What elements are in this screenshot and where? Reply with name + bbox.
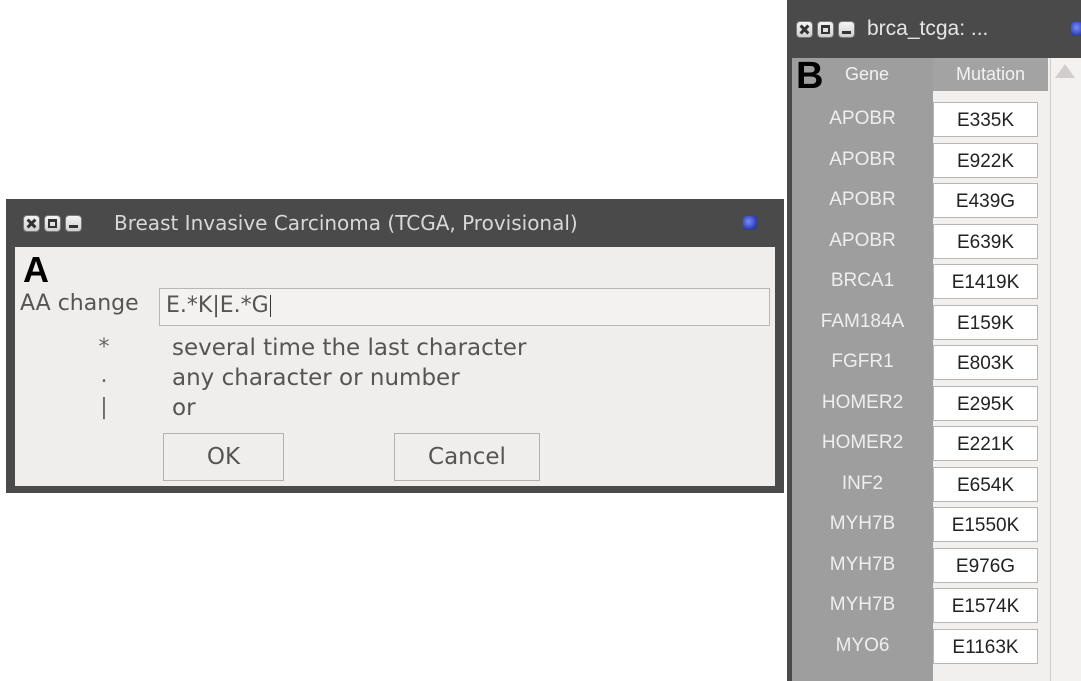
dialog-title: Breast Invasive Carcinoma (TCGA, Provisi… — [114, 211, 578, 235]
column-header-mutation[interactable]: Mutation — [933, 58, 1048, 91]
table-row[interactable]: MYH7B E1550K — [792, 504, 1050, 544]
aa-change-label: AA change — [20, 291, 139, 316]
table-row[interactable]: MYH7B E1574K — [792, 585, 1050, 625]
mutation-table-window: brca_tcga: ... B Gene Mutation APOBR E335… — [787, 0, 1081, 681]
gene-cell: APOBR — [829, 189, 896, 210]
gene-cell: MYH7B — [829, 594, 896, 615]
table-row[interactable]: BRCA1 E1419K — [792, 261, 1050, 301]
aa-change-dialog: Breast Invasive Carcinoma (TCGA, Provisi… — [6, 199, 784, 493]
table-window-title: brca_tcga: ... — [867, 17, 989, 40]
minimize-icon[interactable] — [838, 20, 855, 38]
legend-text-star: several time the last character — [172, 335, 527, 361]
legend-text-pipe: or — [172, 395, 196, 421]
vertical-scrollbar[interactable] — [1050, 58, 1081, 681]
legend-symbol-dot: . — [100, 363, 108, 388]
gene-cell: APOBR — [829, 108, 896, 129]
gene-cell: FAM184A — [820, 310, 905, 332]
mutation-cell[interactable]: E439G — [933, 183, 1038, 218]
table-row[interactable]: MYH7B E976G — [792, 545, 1050, 585]
gene-cell: APOBR — [829, 148, 896, 170]
table-row[interactable]: FGFR1 E803K — [792, 342, 1050, 382]
aa-change-input[interactable]: E.*K|E.*G — [159, 288, 770, 326]
dialog-content: A AA change E.*K|E.*G * several time the… — [15, 247, 775, 486]
window-controls — [23, 214, 86, 232]
mutation-table: B Gene Mutation APOBR E335K APOBR E922K APOB… — [792, 55, 1081, 681]
table-row[interactable]: APOBR E639K — [792, 221, 1050, 261]
text-caret — [269, 295, 271, 317]
app-icon — [1071, 22, 1081, 36]
gene-cell: BRCA1 — [830, 270, 895, 291]
legend-symbol-pipe: | — [100, 395, 108, 420]
ok-button[interactable]: OK — [163, 433, 284, 481]
gene-cell: APOBR — [829, 229, 896, 251]
gene-cell: MYH7B — [829, 553, 896, 575]
minimize-icon[interactable] — [65, 214, 82, 232]
table-row[interactable]: APOBR E439G — [792, 180, 1050, 220]
dialog-titlebar[interactable]: Breast Invasive Carcinoma (TCGA, Provisi… — [15, 199, 775, 247]
window-controls — [796, 20, 859, 38]
gene-cell: INF2 — [841, 472, 884, 494]
app-icon — [743, 216, 757, 230]
column-header-gene[interactable]: Gene — [832, 58, 902, 91]
mutation-cell[interactable]: E1419K — [933, 264, 1038, 299]
table-window-titlebar[interactable]: brca_tcga: ... — [787, 0, 1081, 58]
table-row[interactable]: APOBR E335K — [792, 99, 1050, 139]
table-row[interactable]: INF2 E654K — [792, 464, 1050, 504]
mutation-cell[interactable]: E335K — [933, 102, 1038, 137]
table-row[interactable]: APOBR E922K — [792, 140, 1050, 180]
mutation-cell[interactable]: E1550K — [933, 507, 1038, 542]
close-icon[interactable] — [23, 214, 40, 232]
mutation-cell[interactable]: E803K — [933, 345, 1038, 380]
mutation-cell[interactable]: E639K — [933, 223, 1038, 259]
gene-cell: HOMER2 — [821, 432, 904, 453]
mutation-cell[interactable]: E159K — [933, 304, 1038, 340]
mutation-cell[interactable]: E654K — [933, 466, 1038, 502]
scroll-up-icon[interactable] — [1055, 64, 1075, 78]
maximize-icon[interactable] — [817, 20, 834, 38]
panel-letter-b: B — [796, 55, 824, 97]
mutation-cell[interactable]: E295K — [933, 385, 1038, 421]
mutation-cell[interactable]: E1574K — [933, 588, 1038, 623]
panel-letter-a: A — [23, 249, 49, 290]
maximize-icon[interactable] — [44, 214, 61, 232]
mutation-cell[interactable]: E976G — [933, 547, 1038, 583]
table-row[interactable]: HOMER2 E295K — [792, 383, 1050, 423]
table-row[interactable]: HOMER2 E221K — [792, 423, 1050, 463]
legend-text-dot: any character or number — [172, 365, 460, 391]
close-icon[interactable] — [796, 20, 813, 38]
gene-cell: MYH7B — [829, 513, 896, 534]
table-row[interactable]: MYO6 E1163K — [792, 626, 1050, 666]
gene-cell: HOMER2 — [821, 391, 904, 413]
legend-symbol-star: * — [98, 335, 110, 360]
cancel-button[interactable]: Cancel — [394, 433, 540, 481]
gene-cell: FGFR1 — [831, 351, 894, 372]
table-row[interactable]: FAM184A E159K — [792, 302, 1050, 342]
aa-change-value: E.*K|E.*G — [166, 293, 269, 318]
mutation-cell[interactable]: E1163K — [933, 628, 1038, 664]
mutation-cell[interactable]: E221K — [933, 426, 1038, 461]
mutation-cell[interactable]: E922K — [933, 142, 1038, 178]
gene-cell: MYO6 — [835, 634, 890, 656]
